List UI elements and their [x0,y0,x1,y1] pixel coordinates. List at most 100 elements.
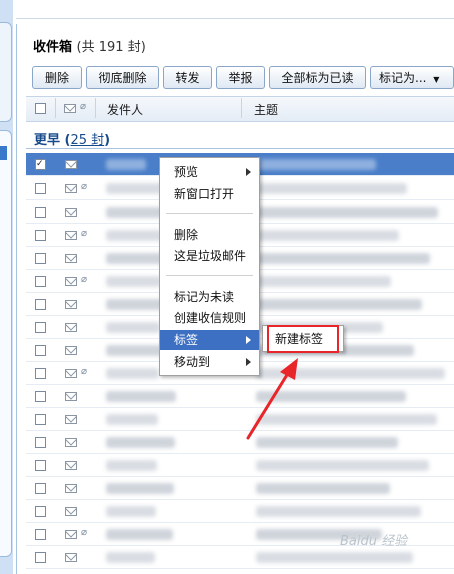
attachment-icon: ⌀ [81,228,88,239]
envelope-icon [65,530,77,539]
menu-item-open-new-window[interactable]: 新窗口打开 [160,184,259,204]
chevron-right-icon [246,336,251,344]
select-all-checkbox[interactable] [35,103,46,114]
inbox-title: 收件箱 (共 191 封) [33,36,146,55]
delete-button[interactable]: 删除 [32,66,82,89]
row-checkbox[interactable] [35,414,46,425]
delete-permanently-button[interactable]: 彻底删除 [86,66,159,89]
sender-redacted [106,230,162,241]
envelope-icon [65,461,77,470]
row-checkbox[interactable] [35,529,46,540]
menu-item-delete-label: 删除 [174,228,199,242]
envelope-icon [64,104,76,113]
group-divider [26,148,454,149]
menu-item-spam-label: 这是垃圾邮件 [174,249,247,263]
sidebar-selected-item[interactable] [0,146,7,160]
context-menu: 预览 新窗口打开 删除 这是垃圾邮件 标记为未读 创建收信规则 标签 移动到 [159,157,260,376]
attachment-icon: ⌀ [81,274,88,285]
envelope-icon [65,277,77,286]
menu-separator [166,213,253,214]
chevron-down-icon: ▼ [433,75,440,84]
list-header [26,96,454,122]
sender-redacted [106,437,175,448]
column-divider [95,98,96,118]
row-checkbox[interactable] [35,299,46,310]
envelope-icon [65,438,77,447]
subject-redacted [256,183,407,194]
menu-item-mark-unread-label: 标记为未读 [174,290,235,304]
envelope-icon [65,484,77,493]
group-earlier-count[interactable]: 25 封 [70,133,104,148]
inbox-title-label: 收件箱 [33,40,73,55]
row-checkbox[interactable] [35,230,46,241]
envelope-icon [65,415,77,424]
subject-redacted [256,506,421,517]
row-checkbox[interactable] [35,506,46,517]
sender-redacted [106,159,146,170]
attachment-icon: ⌀ [80,101,87,112]
subject-redacted [256,460,429,471]
row-checkbox[interactable] [35,276,46,287]
top-divider [16,18,454,19]
subject-redacted [256,253,430,264]
sender-redacted [106,483,174,494]
menu-item-move-to-label: 移动到 [174,355,211,369]
subject-redacted [256,159,376,170]
report-button[interactable]: 举报 [216,66,265,89]
menu-item-tag[interactable]: 标签 [160,330,259,350]
sender-column-header[interactable]: 发件人 [107,101,143,118]
row-checkbox[interactable] [35,345,46,356]
row-checkbox[interactable] [35,322,46,333]
menu-item-tag-label: 标签 [174,333,199,347]
envelope-icon [65,231,77,240]
sender-redacted [106,391,176,402]
sender-redacted [106,276,161,287]
group-earlier-label: 更早 [34,133,61,148]
subject-redacted [256,230,399,241]
menu-item-preview-label: 预览 [174,165,199,179]
row-checkbox[interactable]: ✓ [35,159,46,170]
subject-redacted [256,207,438,218]
watermark: Baidu 经验 [340,534,408,549]
envelope-icon [65,507,77,516]
forward-button[interactable]: 转发 [163,66,212,89]
row-checkbox[interactable] [35,552,46,563]
row-checkbox[interactable] [35,368,46,379]
attachment-icon: ⌀ [81,527,88,538]
sender-redacted [106,322,160,333]
column-divider [241,98,242,118]
row-checkbox[interactable] [35,460,46,471]
inbox-count: (共 191 封) [76,40,146,55]
subject-redacted [256,483,390,494]
menu-item-create-rule-label: 创建收信规则 [174,311,247,325]
sender-redacted [106,552,155,563]
row-checkbox[interactable] [35,253,46,264]
sender-redacted [106,506,156,517]
menu-separator [166,275,253,276]
sender-redacted [106,529,173,540]
sender-redacted [106,183,163,194]
chevron-right-icon [246,168,251,176]
group-earlier: 更早 (25 封) [34,133,111,148]
row-checkbox[interactable] [35,183,46,194]
menu-item-delete[interactable]: 删除 [160,225,259,245]
mark-as-dropdown[interactable]: 标记为... ▼ [370,66,454,89]
sender-redacted [106,368,159,379]
row-checkbox[interactable] [35,391,46,402]
menu-item-preview[interactable]: 预览 [160,162,259,182]
subject-column-header[interactable]: 主题 [254,101,278,118]
row-checkbox[interactable] [35,437,46,448]
envelope-icon [65,160,77,169]
row-checkbox[interactable] [35,207,46,218]
highlight-annotation-box [267,325,339,353]
subject-redacted [256,552,413,563]
sender-redacted [106,414,158,425]
subject-redacted [256,276,391,287]
menu-item-spam[interactable]: 这是垃圾邮件 [160,246,259,266]
row-checkbox[interactable] [35,483,46,494]
envelope-icon [65,323,77,332]
mark-all-read-button[interactable]: 全部标为已读 [269,66,366,89]
attachment-icon: ⌀ [81,181,88,192]
menu-item-create-rule[interactable]: 创建收信规则 [160,308,259,328]
menu-item-mark-unread[interactable]: 标记为未读 [160,287,259,307]
